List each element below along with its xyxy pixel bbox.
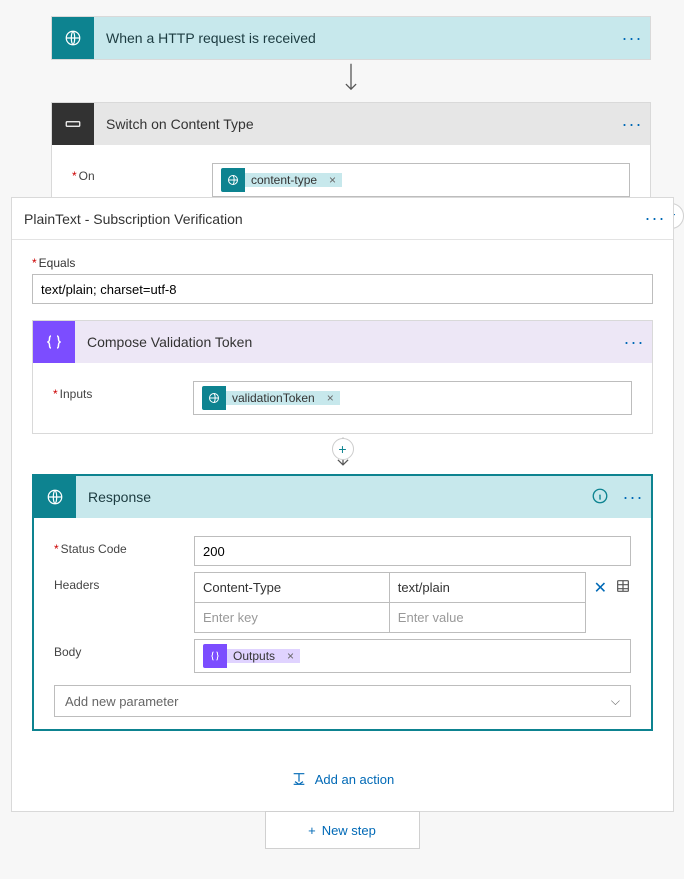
header-value-placeholder[interactable]: Enter value (390, 603, 585, 633)
compose-menu[interactable]: ··· (616, 332, 652, 353)
status-code-input[interactable] (194, 536, 631, 566)
case-card: PlainText - Subscription Verification ··… (11, 197, 674, 812)
new-step-label: New step (322, 823, 376, 838)
compose-title: Compose Validation Token (75, 334, 616, 350)
headers-label: Headers (54, 572, 194, 592)
switch-on-input[interactable]: content-type × (212, 163, 630, 197)
response-card: Response ··· Status Code Headers (32, 474, 653, 731)
token-remove[interactable]: × (281, 649, 300, 663)
add-action-link[interactable]: Add an action (32, 771, 653, 787)
switch-on-label: On (72, 163, 212, 183)
header-row: Content-Type text/plain (195, 573, 585, 603)
http-icon (52, 17, 94, 59)
switch-title: Switch on Content Type (94, 116, 614, 132)
content-type-token[interactable]: content-type × (221, 168, 342, 192)
case-menu[interactable]: ··· (637, 208, 673, 229)
plus-icon: + (308, 823, 316, 838)
add-parameter-dropdown[interactable]: Add new parameter ⌵ (54, 685, 631, 717)
validation-token[interactable]: validationToken × (202, 386, 340, 410)
equals-input[interactable] (32, 274, 653, 304)
compose-icon (33, 321, 75, 363)
case-header[interactable]: PlainText - Subscription Verification ··… (12, 198, 673, 240)
delete-header-icon[interactable]: ✕ (594, 578, 607, 633)
header-new-row: Enter key Enter value (195, 603, 585, 633)
token-label: validationToken (226, 391, 321, 405)
compose-inputs[interactable]: validationToken × (193, 381, 632, 415)
chevron-down-icon: ⌵ (611, 694, 620, 709)
switch-icon (52, 103, 94, 145)
switch-header[interactable]: Switch on Content Type ··· (52, 103, 650, 145)
response-header[interactable]: Response ··· (34, 476, 651, 518)
add-action-label: Add an action (315, 772, 395, 787)
body-input[interactable]: Outputs × (194, 639, 631, 673)
switch-menu[interactable]: ··· (614, 114, 650, 135)
response-icon (34, 476, 76, 518)
new-step-button[interactable]: + New step (265, 811, 420, 849)
trigger-card[interactable]: When a HTTP request is received ··· (51, 16, 651, 60)
response-menu[interactable]: ··· (615, 487, 651, 508)
braces-icon (203, 644, 227, 668)
equals-label: Equals (32, 256, 653, 270)
compose-header[interactable]: Compose Validation Token ··· (33, 321, 652, 363)
trigger-title: When a HTTP request is received (94, 30, 614, 46)
add-parameter-label: Add new parameter (65, 694, 178, 709)
compose-card: Compose Validation Token ··· Inputs (32, 320, 653, 434)
connector-arrow (51, 58, 651, 100)
insert-step-button[interactable]: + (332, 438, 354, 460)
case-title: PlainText - Subscription Verification (12, 211, 637, 227)
token-remove[interactable]: × (321, 391, 340, 405)
token-label: content-type (245, 173, 323, 187)
info-icon[interactable] (591, 487, 615, 508)
header-key-cell[interactable]: Content-Type (195, 573, 390, 603)
token-remove[interactable]: × (323, 173, 342, 187)
status-code-label: Status Code (54, 536, 194, 556)
response-title: Response (76, 489, 591, 505)
add-action-icon (291, 771, 307, 787)
body-label: Body (54, 639, 194, 659)
header-value-cell[interactable]: text/plain (390, 573, 585, 603)
toggle-headers-icon[interactable] (615, 578, 631, 633)
trigger-menu[interactable]: ··· (614, 28, 650, 49)
header-key-placeholder[interactable]: Enter key (195, 603, 390, 633)
outputs-token[interactable]: Outputs × (203, 644, 300, 668)
inputs-label: Inputs (53, 381, 193, 401)
globe-icon (202, 386, 226, 410)
headers-table: Content-Type text/plain Enter key Enter … (194, 572, 586, 633)
token-label: Outputs (227, 649, 281, 663)
globe-icon (221, 168, 245, 192)
